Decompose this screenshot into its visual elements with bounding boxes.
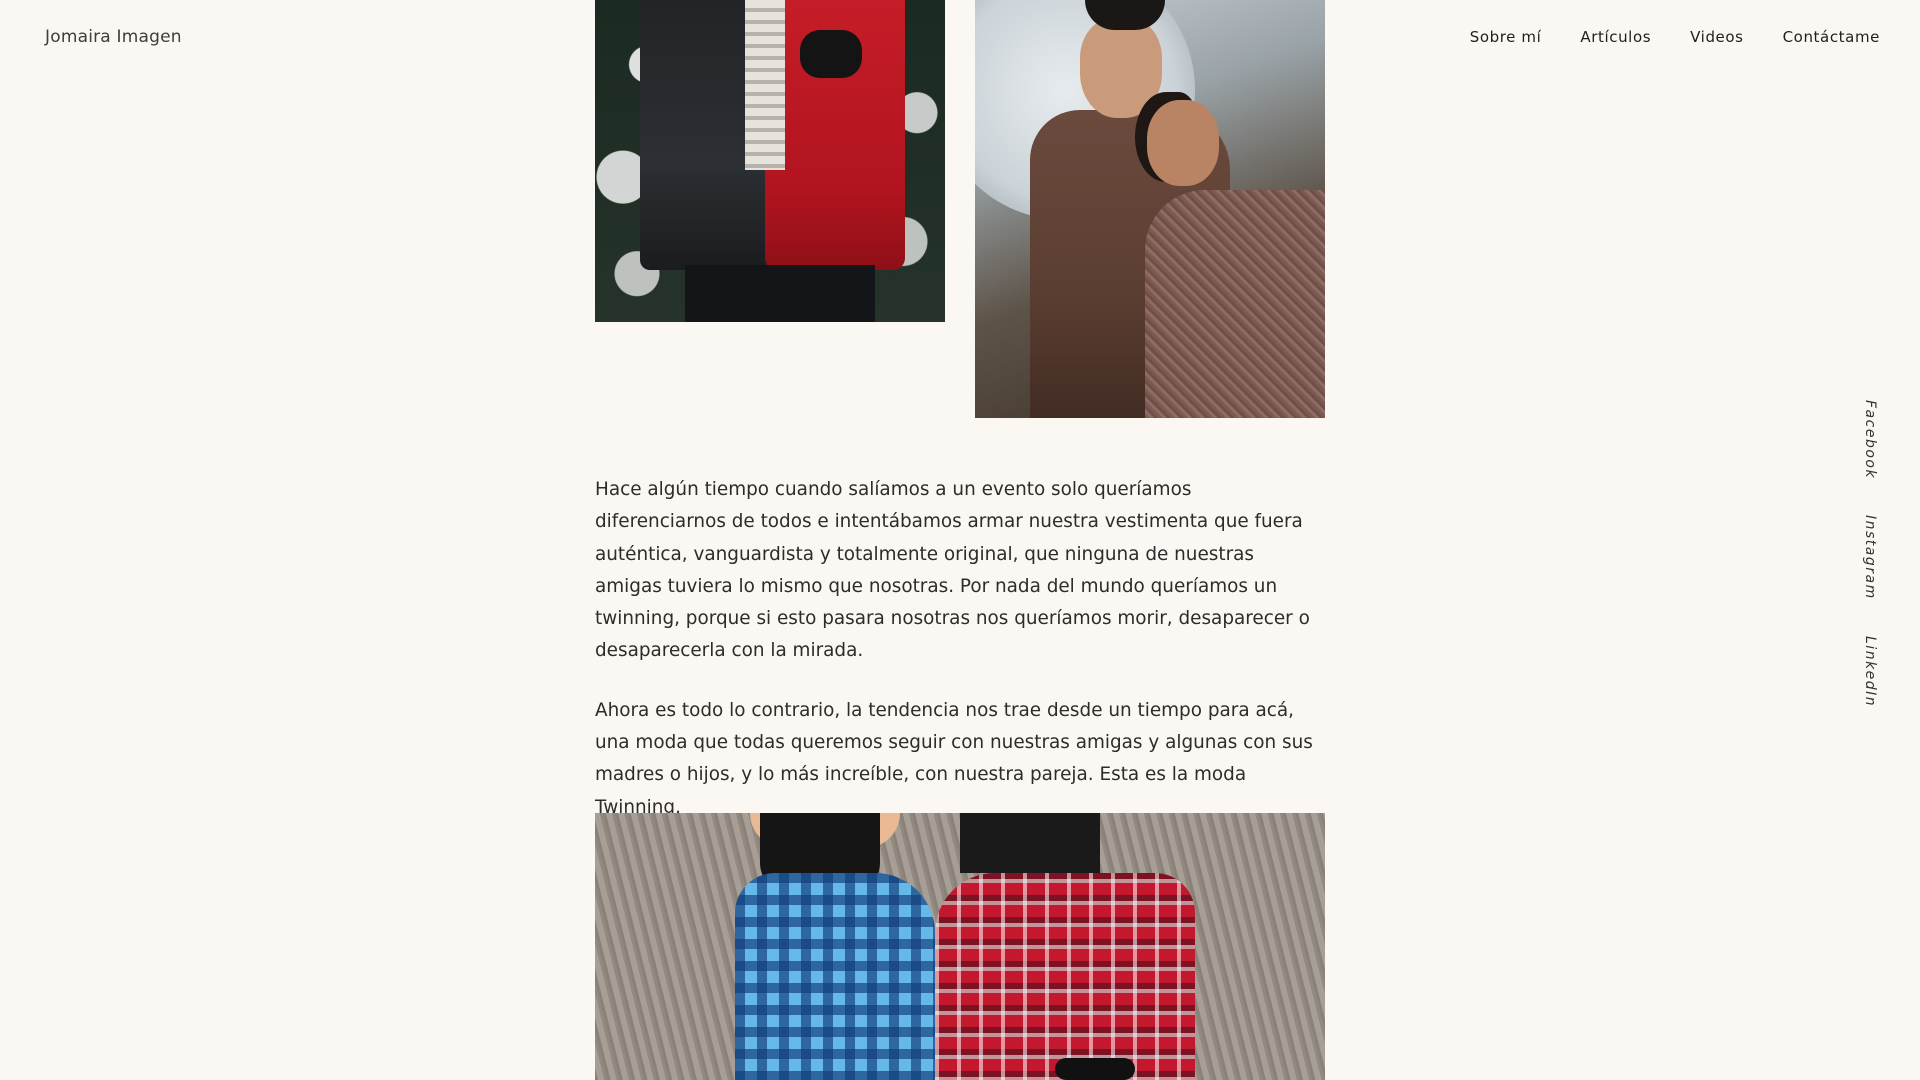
article-photo-plaid-twins [595,813,1325,1080]
photo-detail-blue-plaid-shirt [735,873,935,1080]
article-photo-winter-couple [595,0,945,322]
nav-item-articulos[interactable]: Artículos [1580,28,1651,46]
photo-detail-legs [685,265,875,322]
page: Jomaira Imagen Sobre mí Artículos Videos… [0,0,1920,1080]
photo-detail-glove [800,30,862,78]
nav-item-videos[interactable]: Videos [1690,28,1743,46]
photo-detail-shorts [960,813,1100,873]
article-paragraph: Ahora es todo lo contrario, la tendencia… [595,699,1313,818]
main-nav: Sobre mí Artículos Videos Contáctame [1470,28,1880,46]
nav-item-contactame[interactable]: Contáctame [1783,28,1880,46]
photo-detail-red-plaid-shirt [935,873,1195,1080]
article-paragraph: Hace algún tiempo cuando salíamos a un e… [595,479,1310,662]
social-link-facebook[interactable]: Facebook [1862,400,1878,479]
article-photo-tweed-couple [975,0,1325,418]
photo-detail-woman-coat [1145,190,1325,418]
nav-item-sobre-mi[interactable]: Sobre mí [1470,28,1542,46]
photo-detail-woman-face [1147,100,1219,186]
social-links: Facebook Instagram LinkedIn [1862,400,1882,743]
social-link-linkedin[interactable]: LinkedIn [1862,636,1878,707]
social-link-instagram[interactable]: Instagram [1862,515,1878,600]
site-logo-text[interactable]: Jomaira Imagen [45,27,182,47]
photo-detail-sunglasses [1055,1058,1135,1080]
photo-detail-scarf [745,0,785,170]
article-body: Hace algún tiempo cuando salíamos a un e… [595,474,1325,851]
